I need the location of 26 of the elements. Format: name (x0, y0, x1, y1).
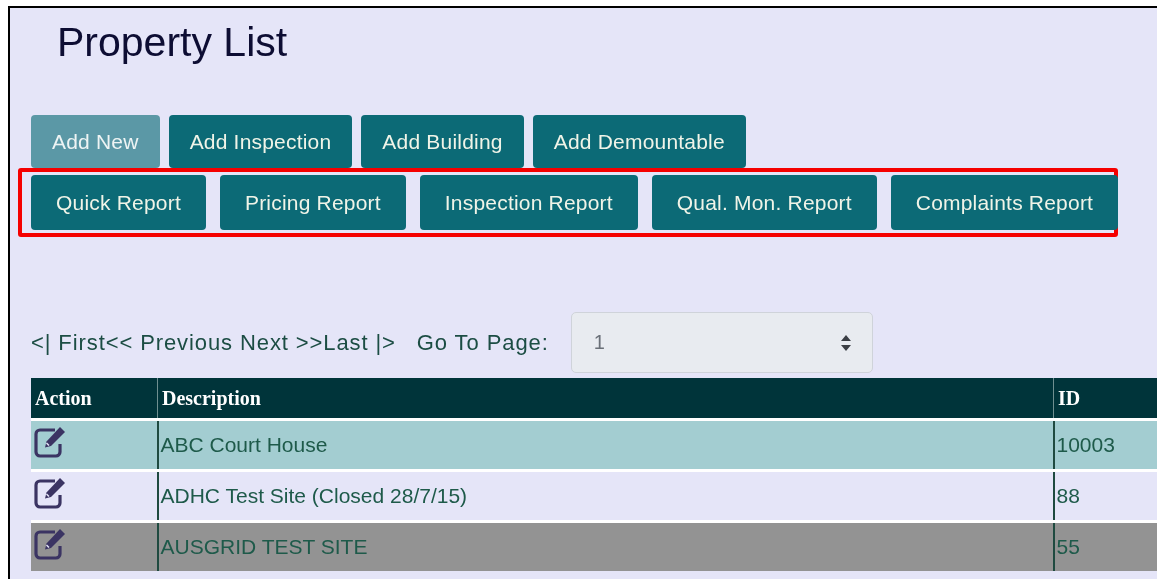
edit-icon[interactable] (33, 476, 67, 510)
report-button[interactable]: Inspection Report (419, 175, 638, 230)
pagination-link[interactable]: Next >> (239, 329, 324, 356)
pagination-link[interactable]: <| First (31, 329, 106, 356)
action-button[interactable]: Add Building (361, 115, 524, 168)
action-button[interactable]: Add Inspection (168, 115, 353, 168)
edit-icon[interactable] (33, 527, 67, 561)
page-title: Property List (56, 18, 289, 67)
sort-arrows-icon (839, 333, 852, 352)
go-to-page-label: Go To Page: (416, 329, 549, 356)
pagination-link[interactable]: << Previous (105, 329, 233, 356)
table-cell: ABC Court House (157, 419, 1054, 471)
report-button[interactable]: Quick Report (31, 175, 206, 230)
column-header: Action (31, 378, 158, 420)
table-cell: AUSGRID TEST SITE (157, 521, 1054, 571)
table-cell: 55 (1053, 521, 1157, 571)
report-button[interactable]: Qual. Mon. Report (651, 175, 877, 230)
edit-icon[interactable] (33, 425, 67, 459)
column-header: ID (1053, 378, 1157, 420)
pagination-link[interactable]: Last |> (323, 329, 396, 356)
table-cell: 10003 (1053, 419, 1157, 471)
column-header: Description (157, 378, 1054, 420)
report-button[interactable]: Pricing Report (219, 175, 406, 230)
action-button[interactable]: Add Demountable (532, 115, 746, 168)
page-select[interactable]: 1 (570, 312, 873, 373)
report-button[interactable]: Complaints Report (890, 175, 1119, 230)
